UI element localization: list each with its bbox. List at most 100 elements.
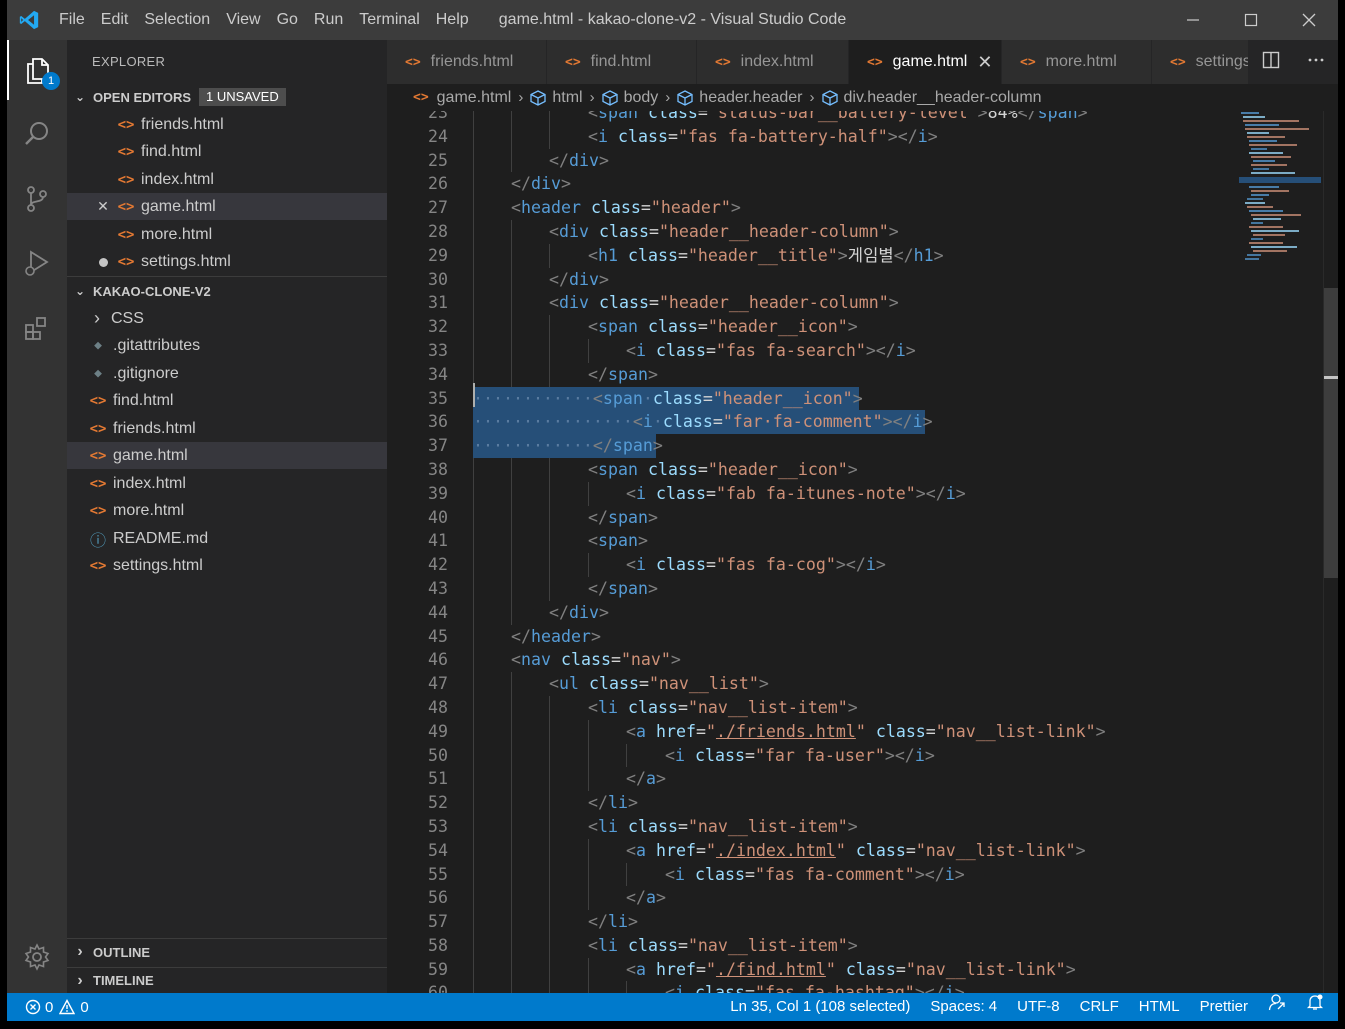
line-number: 45 xyxy=(428,626,448,646)
html-file-icon: <> xyxy=(117,171,135,188)
menu-run[interactable]: Run xyxy=(306,0,351,40)
open-editor-item[interactable]: <> find.html xyxy=(67,138,387,165)
line-number: 57 xyxy=(428,912,448,932)
menu-terminal[interactable]: Terminal xyxy=(351,0,427,40)
tab-find[interactable]: <> find.html xyxy=(547,40,697,84)
line-number: 38 xyxy=(428,459,448,479)
open-editors-header[interactable]: ⌄ OPEN EDITORS 1 UNSAVED xyxy=(67,84,387,110)
code-line: 59 <a href="./find.html" class="nav__list… xyxy=(387,957,1237,982)
outline-header[interactable]: › OUTLINE xyxy=(67,939,387,965)
line-number: 40 xyxy=(428,507,448,527)
end-of-line[interactable]: CRLF xyxy=(1070,993,1129,1021)
explorer-activity-button[interactable]: 1 xyxy=(7,40,67,100)
breadcrumb-item[interactable]: <> game.html xyxy=(413,89,511,107)
search-activity-button[interactable] xyxy=(7,104,67,164)
code-line: 60 <i class="fas fa-hashtag"></i> xyxy=(387,981,1237,993)
tab-game[interactable]: <> game.html ✕ xyxy=(849,40,1002,84)
close-tab-icon[interactable]: ✕ xyxy=(977,52,992,73)
menu-file[interactable]: File xyxy=(51,0,93,40)
code-line: 31 <div class="header__header-column"> xyxy=(387,291,1237,316)
split-editor-button[interactable] xyxy=(1262,51,1280,74)
tab-index[interactable]: <> index.html xyxy=(697,40,849,84)
html-file-icon: <> xyxy=(117,198,135,215)
tab-friends[interactable]: <> friends.html xyxy=(387,40,547,84)
file-item[interactable]: <> friends.html xyxy=(67,415,387,442)
cursor-position[interactable]: Ln 35, Col 1 (108 selected) xyxy=(720,993,920,1021)
outline-label: OUTLINE xyxy=(93,944,151,960)
formatter[interactable]: Prettier xyxy=(1190,993,1258,1021)
element-icon xyxy=(677,89,693,106)
line-number: 26 xyxy=(428,174,448,194)
feedback-button[interactable] xyxy=(1258,993,1296,1021)
breadcrumb-item[interactable]: › div.header__header-column xyxy=(803,89,1042,107)
indentation[interactable]: Spaces: 4 xyxy=(920,993,1007,1021)
file-item[interactable]: ⓘ README.md xyxy=(67,525,387,552)
maximize-icon xyxy=(1244,13,1258,27)
file-item[interactable]: ◆ .gitignore xyxy=(67,360,387,387)
file-item[interactable]: <> find.html xyxy=(67,387,387,414)
open-editor-item[interactable]: <> friends.html xyxy=(67,111,387,138)
breadcrumb-item[interactable]: › header.header xyxy=(658,89,802,107)
menu-edit[interactable]: Edit xyxy=(93,0,137,40)
file-item-active[interactable]: <> game.html xyxy=(67,442,387,469)
menu-view[interactable]: View xyxy=(218,0,268,40)
code-line: 52 </li> xyxy=(387,791,1237,815)
problems-indicator[interactable]: 0 0 xyxy=(7,999,89,1016)
code-line: 27 <header class="header"> xyxy=(387,196,1237,220)
line-number: 29 xyxy=(428,245,448,265)
info-file-icon: ⓘ xyxy=(89,530,106,550)
maximize-button[interactable] xyxy=(1222,0,1280,40)
menu-selection[interactable]: Selection xyxy=(136,0,218,40)
bell-icon xyxy=(1306,994,1324,1010)
manage-activity-button[interactable] xyxy=(7,927,67,987)
file-item[interactable]: <> settings.html xyxy=(67,552,387,579)
vertical-scrollbar[interactable] xyxy=(1323,111,1338,993)
source-control-activity-button[interactable] xyxy=(7,169,67,229)
open-editors-label: OPEN EDITORS xyxy=(93,89,192,105)
encoding[interactable]: UTF-8 xyxy=(1007,993,1070,1021)
code-lines: 23 <span class="status-bar__battery-level… xyxy=(387,111,1237,993)
code-line: 49 <a href="./friends.html" class="nav__l… xyxy=(387,719,1237,744)
code-line: 50 <i class="far fa-user"></i> xyxy=(387,743,1237,768)
run-debug-icon xyxy=(25,250,49,276)
code-editor[interactable]: 23 <span class="status-bar__battery-level… xyxy=(387,111,1338,993)
open-editor-item-unsaved[interactable]: <> settings.html xyxy=(67,248,387,275)
chevron-right-icon: › xyxy=(589,89,595,106)
code-line: 24 <i class="fas fa-battery-half"></i> xyxy=(387,124,1237,149)
close-window-button[interactable] xyxy=(1280,0,1338,40)
run-debug-activity-button[interactable] xyxy=(7,233,67,293)
file-item[interactable]: <> index.html xyxy=(67,470,387,497)
html-file-icon: <> xyxy=(715,54,731,70)
open-editor-item[interactable]: <> more.html xyxy=(67,221,387,248)
line-number: 27 xyxy=(428,198,448,218)
extensions-activity-button[interactable] xyxy=(7,298,67,358)
tab-more[interactable]: <> more.html xyxy=(1002,40,1152,84)
git-file-icon: ◆ xyxy=(94,366,102,381)
notifications-button[interactable] xyxy=(1296,993,1338,1021)
folder-item[interactable]: › CSS xyxy=(67,305,387,332)
code-line: 43 </span> xyxy=(387,576,1237,601)
open-editor-item-active[interactable]: ✕ <> game.html xyxy=(67,193,387,220)
language-mode[interactable]: HTML xyxy=(1129,993,1190,1021)
project-folder-label: KAKAO-CLONE-V2 xyxy=(93,283,211,299)
more-actions-button[interactable] xyxy=(1307,51,1325,74)
line-number: 36 xyxy=(428,412,448,432)
file-item[interactable]: <> more.html xyxy=(67,497,387,524)
menu-help[interactable]: Help xyxy=(428,0,477,40)
minimize-button[interactable] xyxy=(1164,0,1222,40)
cursor-position-marker xyxy=(1324,376,1338,379)
breadcrumb-item[interactable]: › body xyxy=(583,89,659,107)
timeline-header[interactable]: › TIMELINE xyxy=(67,967,387,993)
breadcrumb-item[interactable]: › html xyxy=(511,89,582,107)
minimap[interactable] xyxy=(1239,111,1321,271)
file-item[interactable]: ◆ .gitattributes xyxy=(67,332,387,359)
open-editor-item[interactable]: <> index.html xyxy=(67,166,387,193)
project-folder-header[interactable]: ⌄ KAKAO-CLONE-V2 xyxy=(67,278,387,304)
close-editor-icon[interactable]: ✕ xyxy=(91,198,115,215)
line-number: 60 xyxy=(428,983,448,993)
code-line: 38 <span class="header__icon"> xyxy=(387,457,1237,482)
window-controls xyxy=(1164,0,1338,40)
explorer-badge: 1 xyxy=(42,72,60,90)
scrollbar-thumb[interactable] xyxy=(1324,288,1338,578)
menu-go[interactable]: Go xyxy=(269,0,306,40)
